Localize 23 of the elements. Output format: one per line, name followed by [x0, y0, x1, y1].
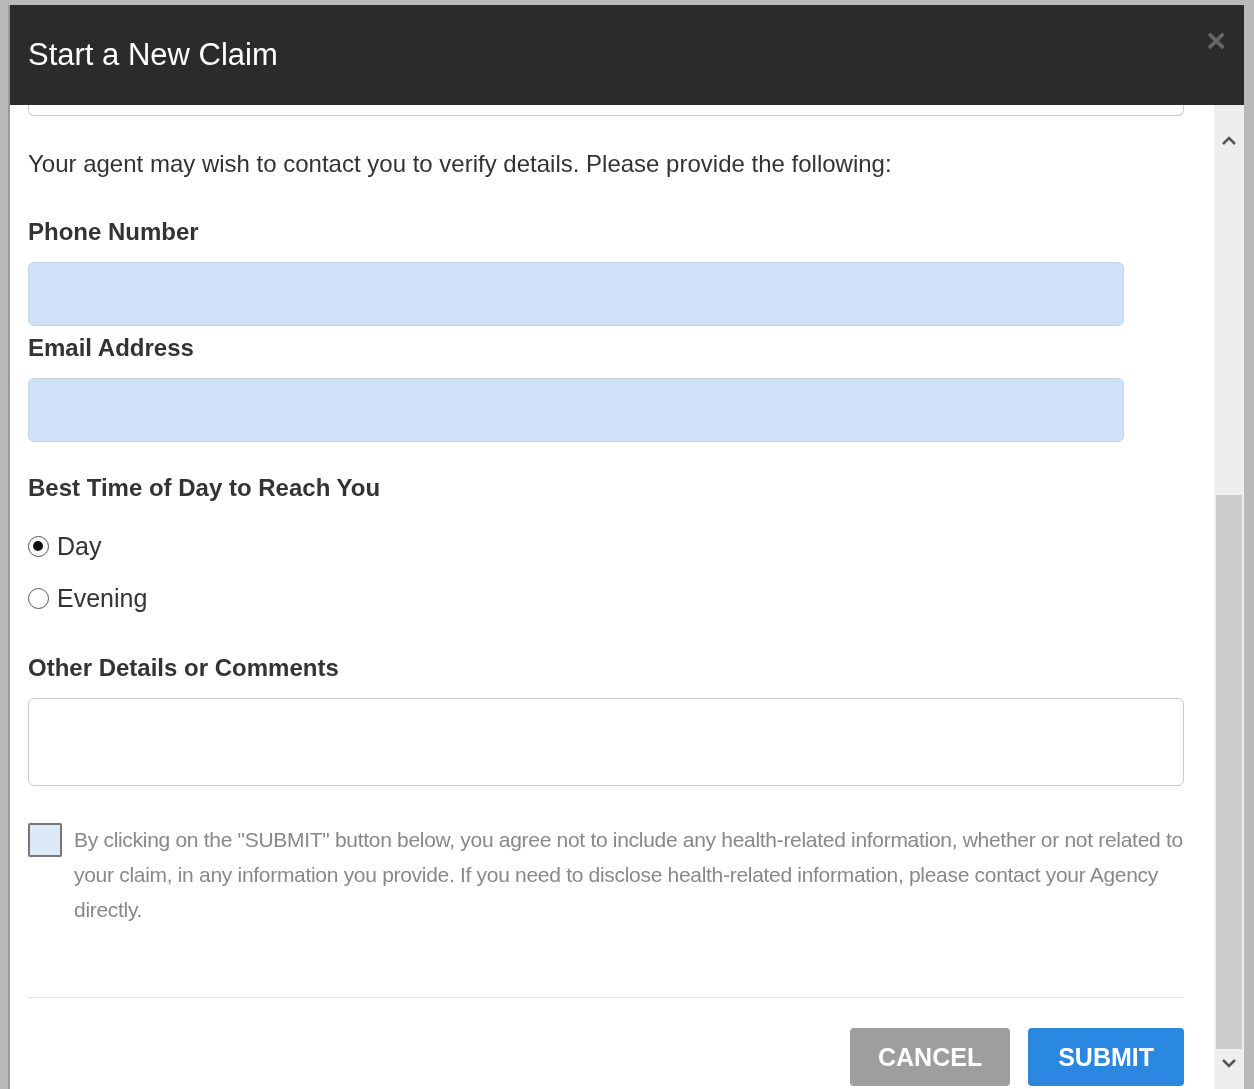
dialog-title: Start a New Claim — [28, 37, 278, 73]
input-field[interactable] — [28, 105, 1184, 116]
comments-field[interactable] — [28, 698, 1184, 786]
scroll-down-icon[interactable] — [1221, 1059, 1237, 1069]
scrollbar[interactable] — [1214, 105, 1244, 1089]
radio-button[interactable] — [28, 587, 49, 609]
close-button[interactable]: × — [1206, 23, 1226, 57]
submit-button[interactable]: SUBMIT — [1028, 1028, 1184, 1086]
scroll-up-icon[interactable] — [1221, 135, 1237, 145]
field-label: Best Time of Day to Reach You — [28, 474, 382, 502]
agreement-text: By clicking on the "SUBMIT" button below, you agree not to include any health-related information, whether or not related to your claim, in any information you provide. If you need to disclose health-related information, please contact your Agency directly. — [74, 827, 1184, 923]
input-field[interactable] — [28, 378, 1124, 442]
radio-label[interactable]: Evening — [57, 583, 148, 613]
field-label: Email Address — [28, 334, 195, 362]
agreement-checkbox[interactable] — [28, 823, 62, 857]
input-field[interactable] — [28, 262, 1124, 326]
cancel-button[interactable]: CANCEL — [850, 1028, 1011, 1086]
radio-label[interactable]: Day — [57, 531, 102, 561]
intro-text: Your agent may wish to contact you to verify details. Please provide the following: — [28, 150, 893, 178]
field-label: Phone Number — [28, 218, 200, 246]
field-label: Other Details or Comments — [28, 654, 340, 682]
scrollbar-thumb[interactable] — [1216, 494, 1242, 1049]
radio-button[interactable] — [28, 535, 49, 557]
